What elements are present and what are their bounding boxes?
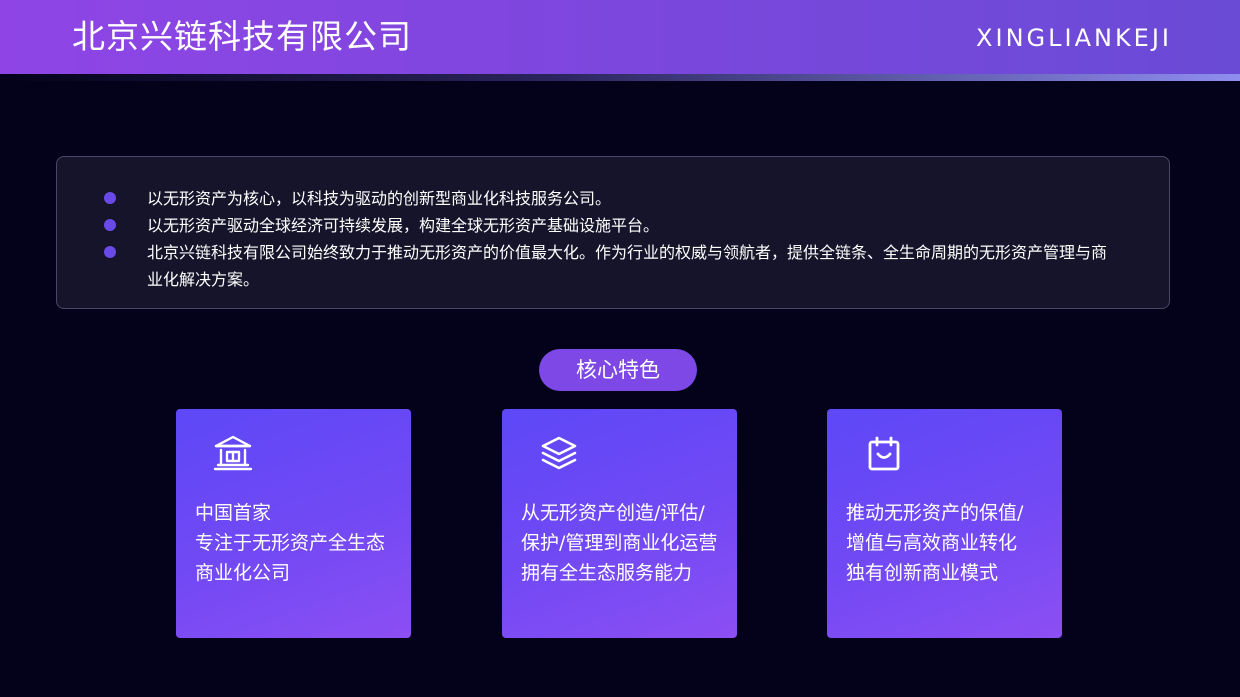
bullet-dot-icon	[104, 192, 116, 204]
bullet-dot-icon	[104, 246, 116, 258]
feature-card-line: 从无形资产创造/评估/	[521, 502, 705, 524]
feature-card-line: 商业化公司	[195, 562, 291, 584]
layers-icon	[541, 436, 577, 470]
section-title-pill: 核心特色	[539, 349, 697, 391]
intro-item-text: 以无形资产驱动全球经济可持续发展，构建全球无形资产基础设施平台。	[147, 216, 660, 235]
feature-card-line: 中国首家	[195, 502, 272, 524]
feature-card: 中国首家 专注于无形资产全生态 商业化公司	[176, 409, 411, 638]
intro-item: 以无形资产驱动全球经济可持续发展，构建全球无形资产基础设施平台。	[104, 212, 1122, 239]
feature-card-line: 增值与高效商业转化	[846, 532, 1018, 554]
feature-card-line: 独有创新商业模式	[846, 562, 999, 584]
feature-card: 从无形资产创造/评估/ 保护/管理到商业化运营 拥有全生态服务能力	[502, 409, 737, 638]
intro-item-text: 北京兴链科技有限公司始终致力于推动无形资产的价值最大化。作为行业的权威与领航者，…	[147, 243, 1108, 289]
feature-card-line: 保护/管理到商业化运营	[521, 532, 718, 554]
feature-card-text: 推动无形资产的保值/ 增值与高效商业转化 独有创新商业模式	[846, 498, 1056, 588]
header-bar: 北京兴链科技有限公司 XINGLIANKEJI	[0, 0, 1240, 74]
intro-item-text: 以无形资产为核心，以科技为驱动的创新型商业化科技服务公司。	[147, 189, 612, 208]
feature-card-text: 从无形资产创造/评估/ 保护/管理到商业化运营 拥有全生态服务能力	[521, 498, 731, 588]
feature-card: 推动无形资产的保值/ 增值与高效商业转化 独有创新商业模式	[827, 409, 1062, 638]
intro-list: 以无形资产为核心，以科技为驱动的创新型商业化科技服务公司。 以无形资产驱动全球经…	[104, 185, 1122, 293]
feature-card-line: 拥有全生态服务能力	[521, 562, 693, 584]
calendar-smile-icon	[868, 436, 900, 471]
feature-card-text: 中国首家 专注于无形资产全生态 商业化公司	[195, 498, 405, 588]
intro-panel: 以无形资产为核心，以科技为驱动的创新型商业化科技服务公司。 以无形资产驱动全球经…	[56, 156, 1170, 309]
feature-card-line: 推动无形资产的保值/	[846, 502, 1024, 524]
intro-item: 以无形资产为核心，以科技为驱动的创新型商业化科技服务公司。	[104, 185, 1122, 212]
feature-card-line: 专注于无形资产全生态	[195, 532, 386, 554]
company-title: 北京兴链科技有限公司	[72, 17, 412, 56]
bank-icon	[213, 435, 253, 471]
intro-item: 北京兴链科技有限公司始终致力于推动无形资产的价值最大化。作为行业的权威与领航者，…	[104, 239, 1122, 293]
company-latin-title: XINGLIANKEJI	[976, 24, 1172, 52]
bullet-dot-icon	[104, 219, 116, 231]
header-divider	[0, 74, 1240, 81]
